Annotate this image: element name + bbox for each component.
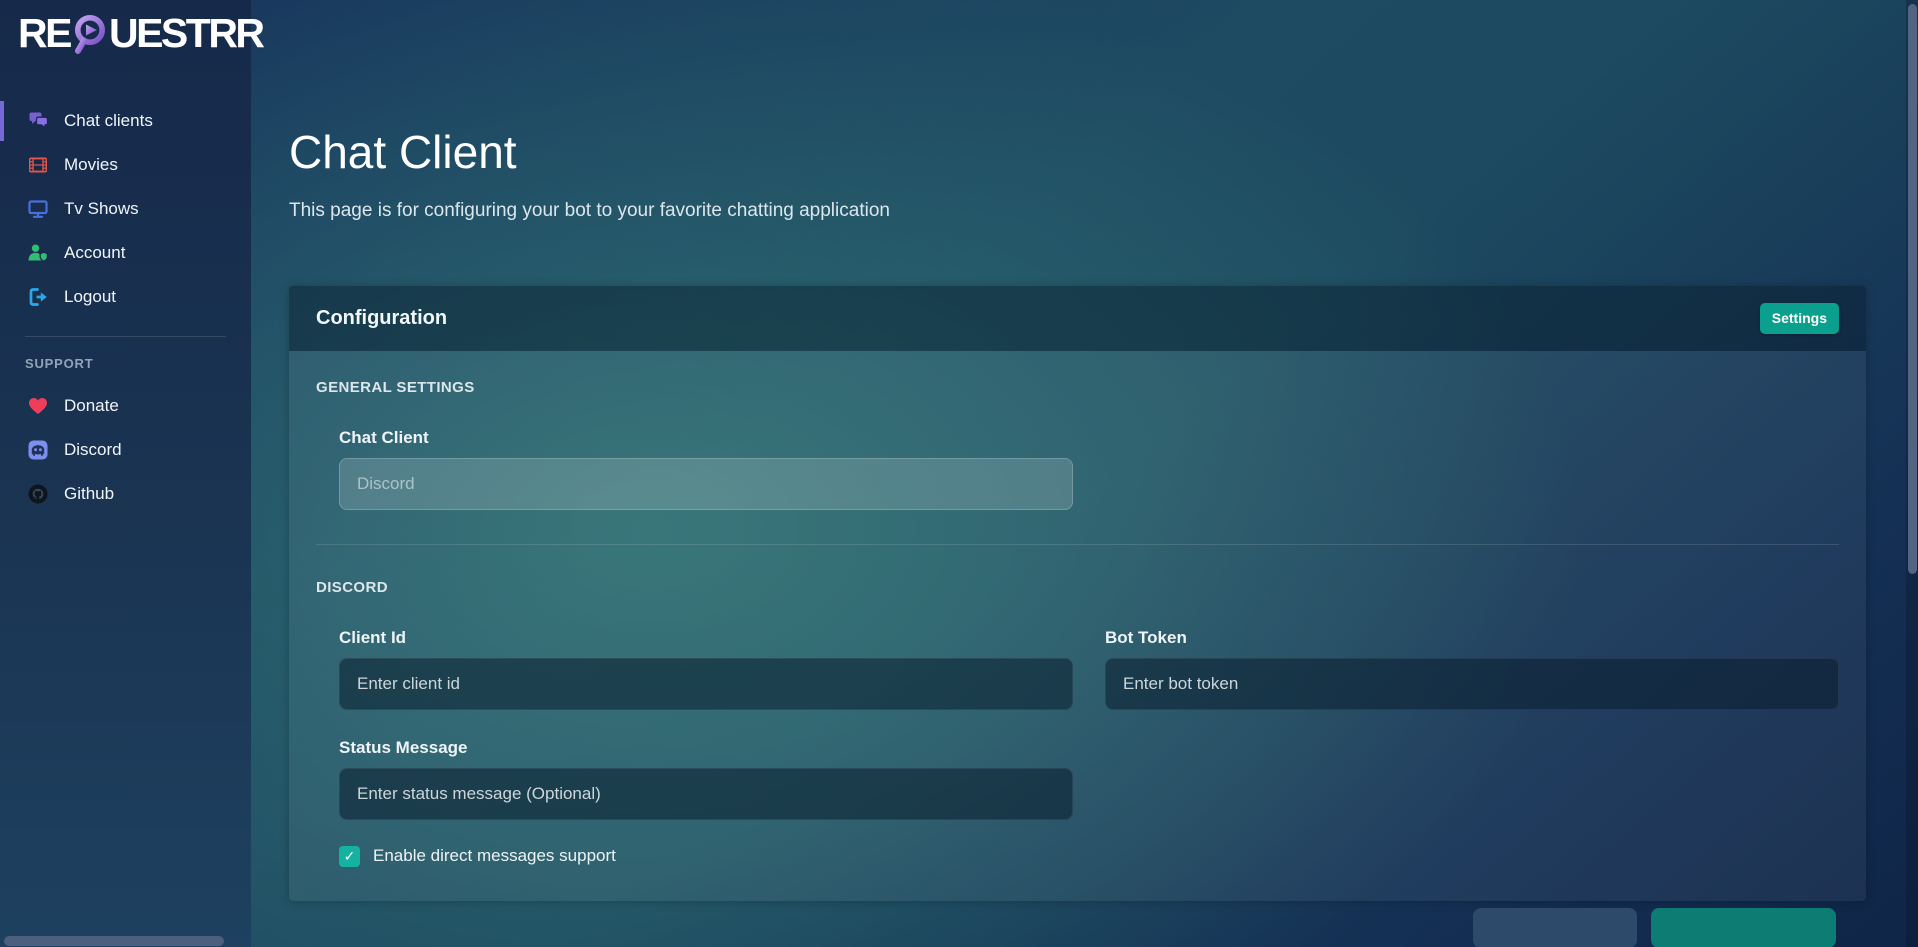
dm-support-label: Enable direct messages support	[373, 846, 616, 866]
discord-section-heading: DISCORD	[316, 579, 1839, 596]
general-settings-heading: GENERAL SETTINGS	[316, 379, 1839, 396]
film-strip-icon	[25, 154, 51, 176]
heart-icon	[25, 395, 51, 417]
card-actions-row	[289, 908, 1866, 947]
client-id-input[interactable]	[339, 658, 1073, 710]
dm-support-checkbox[interactable]	[339, 846, 360, 867]
main-content: Chat Client This page is for configuring…	[251, 0, 1918, 947]
sign-out-icon	[25, 286, 51, 308]
configuration-title: Configuration	[316, 307, 447, 330]
app-window: RE UESTRR	[0, 0, 1918, 947]
sidebar-item-label: Chat clients	[64, 111, 153, 131]
github-icon	[25, 483, 51, 505]
status-message-label: Status Message	[339, 738, 1073, 758]
sidebar-divider	[25, 336, 226, 337]
monitor-icon	[25, 198, 51, 220]
bot-token-field-group: Bot Token	[1105, 628, 1839, 710]
configuration-card: Configuration Settings GENERAL SETTINGS …	[289, 286, 1866, 901]
discord-icon	[25, 439, 51, 461]
sidebar-item-label: Movies	[64, 155, 118, 175]
primary-action-button-partial[interactable]	[1651, 908, 1836, 947]
sidebar-item-label: Tv Shows	[64, 199, 139, 219]
chat-bubbles-icon	[25, 110, 51, 132]
sidebar-item-account[interactable]: Account	[0, 231, 251, 275]
sidebar-item-donate[interactable]: Donate	[0, 384, 251, 428]
section-divider	[316, 544, 1839, 545]
chat-client-label: Chat Client	[339, 428, 1073, 448]
sidebar-item-label: Github	[64, 484, 114, 504]
sidebar-item-discord[interactable]: Discord	[0, 428, 251, 472]
bot-token-input[interactable]	[1105, 658, 1839, 710]
sidebar-item-github[interactable]: Github	[0, 472, 251, 516]
sidebar-item-movies[interactable]: Movies	[0, 143, 251, 187]
configuration-card-body: GENERAL SETTINGS Chat Client DISCORD	[289, 351, 1866, 901]
page-title: Chat Client	[289, 126, 1866, 179]
status-message-input[interactable]	[339, 768, 1073, 820]
sidebar-item-label: Discord	[64, 440, 122, 460]
user-shield-icon	[25, 242, 51, 264]
vertical-scrollbar-thumb[interactable]	[1908, 4, 1917, 574]
sidebar-item-tv-shows[interactable]: Tv Shows	[0, 187, 251, 231]
vertical-scrollbar-track[interactable]	[1906, 0, 1918, 947]
configuration-card-header: Configuration Settings	[289, 286, 1866, 351]
settings-button[interactable]: Settings	[1760, 303, 1839, 334]
sidebar-item-logout[interactable]: Logout	[0, 275, 251, 319]
page-subtitle: This page is for configuring your bot to…	[289, 200, 1866, 222]
bot-token-label: Bot Token	[1105, 628, 1839, 648]
horizontal-scrollbar-thumb[interactable]	[4, 936, 224, 946]
logo-text-prefix: RE	[18, 9, 70, 57]
sidebar: RE UESTRR	[0, 0, 251, 947]
dm-support-row: Enable direct messages support	[339, 846, 1839, 867]
sidebar-item-chat-clients[interactable]: Chat clients	[0, 99, 251, 143]
client-id-field-group: Client Id	[339, 628, 1073, 710]
status-message-field-group: Status Message	[339, 738, 1073, 820]
support-section-heading: SUPPORT	[0, 354, 251, 384]
sidebar-nav: Chat clients Movies	[0, 99, 251, 516]
client-id-label: Client Id	[339, 628, 1073, 648]
play-magnifier-icon	[72, 12, 108, 56]
chat-client-select	[339, 458, 1073, 510]
logo-text-suffix: UESTRR	[109, 9, 263, 57]
chat-client-field-group: Chat Client	[339, 428, 1073, 510]
sidebar-item-label: Logout	[64, 287, 116, 307]
requestrr-logo: RE UESTRR	[18, 9, 263, 57]
secondary-action-button-partial[interactable]	[1473, 908, 1637, 947]
sidebar-item-label: Donate	[64, 396, 119, 416]
sidebar-item-label: Account	[64, 243, 125, 263]
